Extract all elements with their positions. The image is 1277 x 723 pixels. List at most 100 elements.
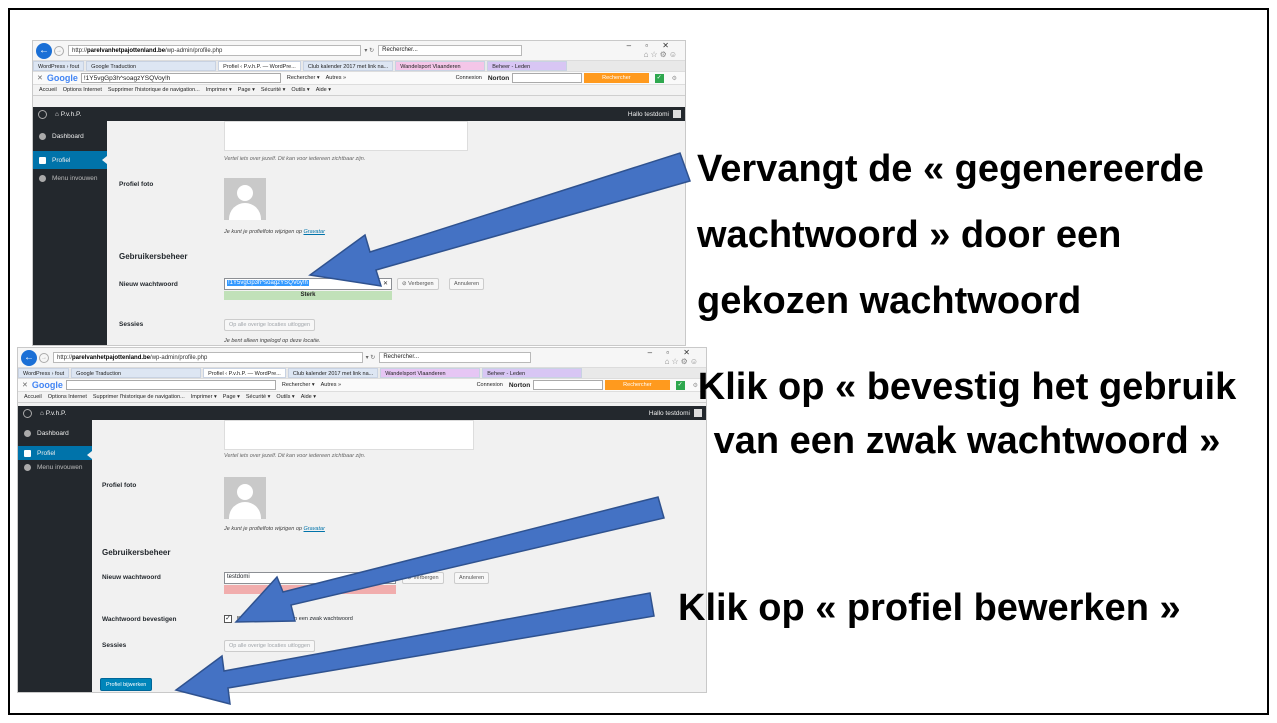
cmd-page[interactable]: Page ▾ (238, 87, 255, 93)
connexion-link[interactable]: Connexion (477, 382, 503, 388)
window-controls[interactable]: – ▫ ✕ (627, 41, 675, 50)
tab-google-traduction[interactable]: Google Traduction (71, 368, 202, 378)
wp-main-content: Vertel iets over jezelf. Dit kan voor ie… (107, 121, 685, 345)
tab-wordpress-fout[interactable]: WordPress › fout (18, 368, 70, 378)
site-name-link[interactable]: ⌂ P.v.h.P. (40, 410, 66, 417)
new-password-input[interactable]: !1Y5vgGp3h^soagzYSQVoy!h ✕ (224, 278, 392, 290)
rechercher-button[interactable]: Rechercher (584, 73, 649, 83)
google-search-input[interactable] (65, 380, 276, 390)
window-controls[interactable]: – ▫ ✕ (648, 348, 696, 357)
tab-club-kalender[interactable]: Club kalender 2017 met link na... (287, 368, 379, 378)
tab-google-traduction[interactable]: Google Traduction (86, 61, 217, 71)
tab-profiel[interactable]: Profiel ‹ P.v.h.P. — WordPre... (218, 61, 301, 71)
close-toolbar-icon[interactable]: ✕ (22, 381, 28, 389)
clear-icon[interactable]: ✕ (383, 280, 388, 287)
connexion-link[interactable]: Connexion (456, 75, 482, 81)
refresh-icon[interactable]: ▾ ↻ (366, 354, 376, 361)
bio-textarea[interactable] (224, 121, 468, 151)
back-arrow-icon[interactable]: ← (36, 42, 52, 59)
logout-everywhere-button[interactable]: Op alle overige locaties uitloggen (224, 319, 316, 331)
new-password-input[interactable]: testdomi (224, 572, 396, 584)
wordpress-logo-icon[interactable] (38, 109, 47, 119)
back-arrow-icon[interactable]: ← (21, 349, 37, 366)
google-toolbar: ✕ Google Rechercher ▾ Autres » Connexion… (18, 378, 706, 392)
google-logo: Google (46, 73, 78, 83)
cmd-options[interactable]: Options Internet (63, 87, 102, 93)
gravatar-link[interactable]: Gravatar (304, 229, 325, 235)
sidebar-item-dashboard[interactable]: Dashboard (33, 127, 107, 145)
autres-menu[interactable]: Autres » (326, 75, 346, 81)
rechercher-button[interactable]: Rechercher (605, 380, 670, 390)
browser-search-field[interactable]: Rechercher... (379, 352, 531, 363)
toolbar-icons[interactable]: ⌂☆⚙☺ (644, 50, 679, 59)
autres-menu[interactable]: Autres » (321, 382, 341, 388)
tab-beheer-leden[interactable]: Beheer - Leden (487, 61, 568, 71)
update-profile-button[interactable]: Profiel bijwerken (100, 678, 153, 691)
cmd-supprimer[interactable]: Supprimer l'historique de navigation... (93, 394, 185, 400)
site-name-link[interactable]: ⌂ P.v.h.P. (55, 111, 81, 118)
sidebar-item-collapse[interactable]: Menu invouwen (33, 169, 107, 187)
sessions-label: Sessies (102, 642, 127, 649)
cmd-accueil[interactable]: Accueil (39, 87, 57, 93)
cmd-supprimer[interactable]: Supprimer l'historique de navigation... (108, 87, 200, 93)
forward-arrow-icon[interactable]: → (54, 45, 64, 56)
profile-photo-label: Profiel foto (102, 482, 137, 489)
cmd-accueil[interactable]: Accueil (24, 394, 42, 400)
confirm-weak-checkbox[interactable]: ✓ (224, 615, 232, 623)
settings-icon[interactable]: ⚙ (672, 75, 677, 82)
tab-wandelsport[interactable]: Wandelsport Vlaanderen (395, 61, 486, 71)
cmd-page[interactable]: Page ▾ (223, 394, 240, 400)
rechercher-menu[interactable]: Rechercher ▾ (287, 75, 320, 81)
cmd-outils[interactable]: Outils ▾ (291, 87, 309, 93)
forward-arrow-icon[interactable]: → (39, 352, 49, 363)
sidebar-item-collapse[interactable]: Menu invouwen (18, 460, 92, 474)
norton-search-input[interactable] (512, 73, 583, 83)
collapse-icon (39, 174, 46, 182)
norton-search-input[interactable] (533, 380, 604, 390)
profile-photo (224, 477, 266, 519)
url-field[interactable]: http://parelvanhetpajottenland.be/wp-adm… (68, 45, 362, 56)
url-field[interactable]: http://parelvanhetpajottenland.be/wp-adm… (53, 352, 363, 363)
logout-everywhere-button[interactable]: Op alle overige locaties uitloggen (224, 640, 316, 652)
google-logo: Google (31, 380, 63, 390)
check-icon[interactable]: ✓ (654, 73, 664, 83)
google-search-input[interactable]: !1Y5vgGp3h^soagzYSQVoy!h (80, 73, 281, 83)
avatar[interactable] (673, 110, 681, 118)
hide-password-button[interactable]: ⊘ Verbergen (397, 278, 439, 290)
confirm-weak-label[interactable]: Bevestig het gebruik van een zwak wachtw… (237, 616, 353, 622)
callout-replace-password: Vervangt de « gegenereerde wachtwoord » … (697, 148, 1204, 322)
bio-textarea[interactable] (224, 420, 474, 450)
cmd-imprimer[interactable]: Imprimer ▾ (191, 394, 217, 400)
wordpress-logo-icon[interactable] (23, 408, 32, 418)
cmd-options[interactable]: Options Internet (48, 394, 87, 400)
refresh-icon[interactable]: ▾ ↻ (364, 47, 374, 54)
tab-profiel[interactable]: Profiel ‹ P.v.h.P. — WordPre... (203, 368, 286, 378)
cancel-button[interactable]: Annuleren (449, 278, 485, 290)
sidebar-item-profiel[interactable]: Profiel (18, 446, 92, 460)
cancel-button[interactable]: Annuleren (454, 572, 490, 584)
sidebar-item-dashboard[interactable]: Dashboard (18, 424, 92, 442)
cmd-securite[interactable]: Sécurité ▾ (261, 87, 285, 93)
cmd-outils[interactable]: Outils ▾ (276, 394, 294, 400)
cmd-imprimer[interactable]: Imprimer ▾ (206, 87, 232, 93)
browser-search-field[interactable]: Rechercher... (378, 45, 522, 56)
gravatar-link[interactable]: Gravatar (304, 526, 325, 532)
wp-main-content: Vertel iets over jezelf. Dit kan voor ie… (86, 420, 706, 692)
hide-password-button[interactable]: ⊘ Verbergen (402, 572, 444, 584)
cmd-aide[interactable]: Aide ▾ (301, 394, 316, 400)
sidebar-item-profiel[interactable]: Profiel (33, 151, 107, 169)
tab-wordpress-fout[interactable]: WordPress › fout (33, 61, 85, 71)
profile-photo (224, 178, 266, 220)
close-toolbar-icon[interactable]: ✕ (37, 74, 43, 82)
tab-wandelsport[interactable]: Wandelsport Vlaanderen (380, 368, 481, 378)
bio-description: Vertel iets over jezelf. Dit kan voor ie… (224, 156, 366, 162)
cmd-securite[interactable]: Sécurité ▾ (246, 394, 270, 400)
cmd-aide[interactable]: Aide ▾ (316, 87, 331, 93)
bio-description: Vertel iets over jezelf. Dit kan voor ie… (224, 453, 366, 459)
tab-club-kalender[interactable]: Club kalender 2017 met link na... (302, 61, 394, 71)
greeting[interactable]: Hallo testdomi (628, 111, 669, 118)
collapse-icon (24, 463, 31, 471)
address-bar-row: ← → http://parelvanhetpajottenland.be/wp… (33, 41, 685, 61)
rechercher-menu[interactable]: Rechercher ▾ (282, 382, 315, 388)
tab-beheer-leden[interactable]: Beheer - Leden (482, 368, 583, 378)
